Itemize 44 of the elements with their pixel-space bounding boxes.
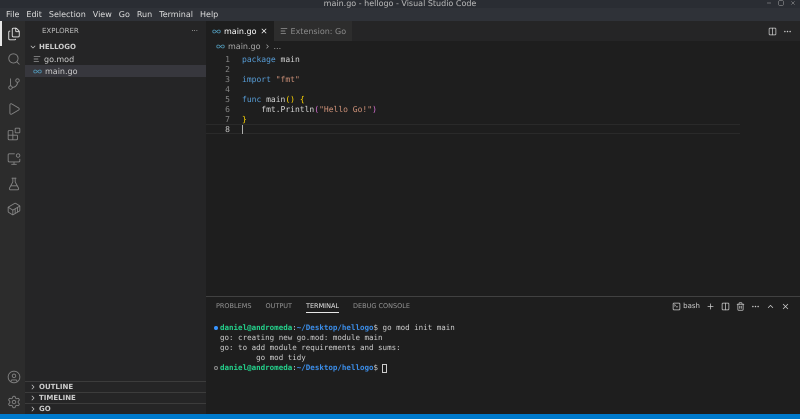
line-number: 6: [224, 105, 231, 113]
menu-item[interactable]: Edit: [23, 10, 45, 19]
lines-icon: [280, 27, 288, 35]
code-line: import "fmt": [242, 75, 300, 83]
infinity-icon: [33, 66, 42, 76]
terminal-icon: [672, 302, 682, 310]
code-line: fmt.Println("Hello Go!"): [260, 105, 377, 113]
breadcrumb-item[interactable]: main.go: [228, 42, 261, 51]
line-number: 4: [224, 85, 231, 93]
menu-item[interactable]: Run: [134, 10, 156, 19]
close-icon[interactable]: [790, 0, 796, 6]
line-number: 8: [224, 125, 231, 133]
chevron-down-icon: [29, 43, 37, 51]
minimize-icon[interactable]: [766, 0, 772, 6]
menu-item[interactable]: Help: [197, 10, 222, 19]
close-icon[interactable]: [781, 302, 790, 310]
menu-item[interactable]: File: [3, 10, 22, 19]
split-editor-icon[interactable]: [768, 26, 777, 36]
close-icon[interactable]: [260, 27, 268, 35]
code-line: package main: [242, 55, 300, 63]
maximize-icon[interactable]: [778, 0, 784, 6]
chevron-icon: [264, 43, 271, 50]
menu-item[interactable]: View: [90, 10, 115, 19]
explorer-entry[interactable]: go.mod: [25, 53, 206, 65]
lines-icon: [33, 55, 41, 63]
text-cursor: [242, 125, 243, 134]
line-number: 5: [224, 95, 231, 103]
menu-item[interactable]: Go: [116, 10, 133, 19]
line-number: 7: [224, 115, 231, 123]
editor-tab[interactable]: Extension: Go: [274, 21, 352, 41]
line-number: 2: [224, 65, 231, 73]
window-title: main.go - hellogo - Visual Studio Code: [324, 0, 476, 8]
add-icon[interactable]: [706, 302, 715, 310]
code-line: }: [242, 115, 247, 123]
menu-item[interactable]: Terminal: [156, 10, 196, 19]
explorer-entry[interactable]: main.go: [25, 65, 206, 77]
line-number: 1: [224, 55, 231, 63]
trash-icon[interactable]: [736, 302, 745, 310]
breadcrumb-item[interactable]: ...: [274, 42, 282, 51]
code-line: func main() {: [242, 95, 305, 103]
menu-item[interactable]: Selection: [46, 10, 89, 19]
line-number: 3: [224, 75, 231, 83]
editor-tab[interactable]: main.go: [206, 21, 274, 41]
split-terminal-icon[interactable]: [721, 302, 730, 310]
